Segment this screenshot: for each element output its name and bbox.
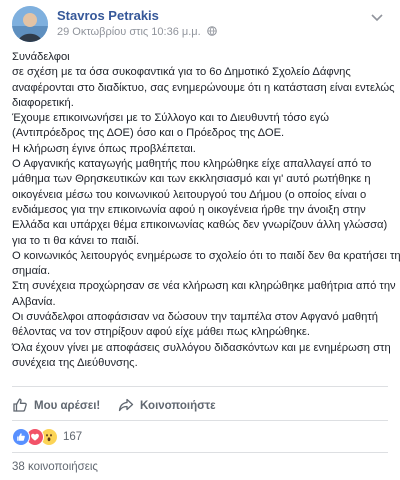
divider — [12, 420, 388, 421]
post-text-line: θέλοντας να τον στηρίξουν αφού είχε μάθε… — [12, 326, 310, 339]
post-text-line: (Αντιπρόεδρος της ΔΟΕ) όσο και ο Πρόεδρο… — [12, 127, 285, 140]
share-count[interactable]: 38 κοινοποιήσεις — [12, 461, 98, 473]
divider — [12, 452, 388, 453]
post-text-line: συνέχεια της Διεύθυνσης. — [12, 356, 138, 369]
divider — [12, 386, 388, 387]
facebook-post: Stavros Petrakis 29 Οκτωβρίου στις 10:36… — [0, 0, 400, 480]
post-text-line: αναφέρονται στο διαδίκτυο, σας ενημερώνο… — [12, 81, 395, 94]
like-button[interactable]: Μου αρέσει! — [12, 394, 100, 418]
post-text-line: για το τι θα κάνει το παιδί. — [12, 234, 140, 247]
post-text-line: Αλβανία. — [12, 295, 56, 308]
post-meta: 29 Οκτωβρίου στις 10:36 μ.μ. — [57, 26, 217, 39]
like-label: Μου αρέσει! — [34, 400, 101, 412]
post-text-line: Ο κοινωνικός λειτουργός ενημέρωσε το σχο… — [12, 249, 400, 262]
post-header: Stavros Petrakis 29 Οκτωβρίου στις 10:36… — [12, 6, 388, 42]
like-icon — [12, 428, 30, 446]
post-text-line: Στη συνέχεια προχώρησαν σε νέα κλήρωση κ… — [12, 280, 396, 293]
post-text-line: Ελλάδα και υπάρχει θέμα επικοινωνίας καθ… — [12, 219, 388, 232]
share-label: Κοινοποιήστε — [140, 400, 216, 412]
author-name[interactable]: Stavros Petrakis — [57, 8, 159, 23]
post-text-line: σημαία. — [12, 265, 51, 278]
post-text-line: Οι συνάδελφοι αποφάσισαν να δώσουν την τ… — [12, 311, 378, 324]
share-arrow-icon — [118, 397, 140, 416]
post-text-line: οικογένεια μέσω του κοινωνικού λειτουργο… — [12, 188, 367, 201]
thumbs-up-icon — [12, 397, 34, 416]
more-options-icon[interactable] — [368, 10, 386, 22]
reaction-count: 167 — [63, 431, 83, 443]
post-text-line: Έχουμε επικοινωνήσει με το Σύλλογο και τ… — [12, 112, 329, 125]
author-avatar[interactable] — [12, 6, 48, 42]
post-text-line: Ο Αφγανικής καταγωγής μαθητής που κληρώθ… — [12, 158, 372, 171]
share-button[interactable]: Κοινοποιήστε — [118, 394, 216, 418]
post-actions: Μου αρέσει! Κοινοποιήστε — [12, 394, 388, 418]
post-timestamp[interactable]: 29 Οκτωβρίου στις 10:36 μ.μ. — [57, 26, 201, 38]
post-text-line: σε σχέση με τα όσα συκοφαντικά για το 6ο… — [12, 66, 351, 79]
post-text-line: Η κλήρωση έγινε όπως προβλέπεται. — [12, 142, 196, 155]
post-text-line: Συνάδελφοι — [12, 51, 70, 63]
post-text-line: μάθημα των Θρησκευτικών και των εκκλησια… — [12, 173, 371, 186]
post-text-line: διαφορετική. — [12, 96, 74, 109]
post-text-line: Όλα έχουν γίνει με αποφάσεις συλλόγου δι… — [12, 341, 391, 354]
post-text-line: ενδιάμεσος για την επικοινωνία αφού η οι… — [12, 203, 366, 216]
reactions-summary[interactable]: 167 — [12, 428, 82, 446]
post-body: Συνάδελφοι σε σχέση με τα όσα συκοφαντικά… — [12, 50, 400, 371]
globe-icon[interactable] — [206, 26, 217, 39]
